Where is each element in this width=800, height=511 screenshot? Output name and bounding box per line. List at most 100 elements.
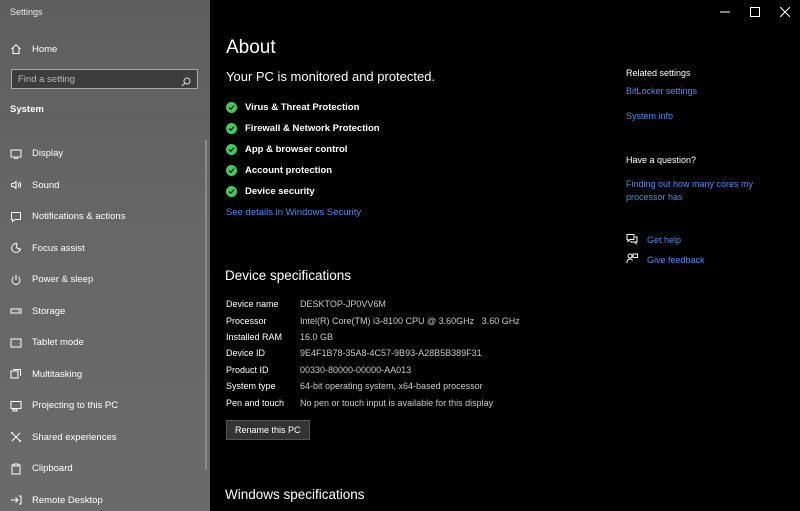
sidebar-scrollbar[interactable] <box>205 140 207 470</box>
protection-list: Virus & Threat Protection Firewall & Net… <box>226 97 380 202</box>
focus-assist-icon <box>10 242 22 254</box>
spec-key: Device ID <box>226 348 266 359</box>
spec-row: Pen and touch No pen or touch input is av… <box>226 394 520 410</box>
sidebar-item-label: Storage <box>32 305 66 317</box>
spec-value: DESKTOP-JP0VV6M <box>300 299 386 310</box>
rename-pc-button[interactable]: Rename this PC <box>226 420 310 440</box>
give-feedback-link[interactable]: Give feedback <box>626 253 705 267</box>
sidebar-item-multitasking[interactable]: Multitasking <box>0 359 210 391</box>
spec-row: System type 64-bit operating system, x64-… <box>226 378 520 394</box>
get-help-label: Get help <box>647 235 682 245</box>
system-info-link[interactable]: System info <box>626 110 766 123</box>
multitasking-icon <box>10 368 22 380</box>
sidebar-item-storage[interactable]: Storage <box>0 296 210 328</box>
sidebar-item-sound[interactable]: Sound <box>0 170 210 202</box>
spec-key: Pen and touch <box>226 397 285 408</box>
sidebar-item-tablet-mode[interactable]: Tablet mode <box>0 327 210 359</box>
feedback-icon <box>626 253 638 267</box>
sidebar-item-label: Tablet mode <box>32 337 84 349</box>
home-label: Home <box>32 43 58 55</box>
protection-status-heading: Your PC is monitored and protected. <box>226 69 436 84</box>
clipboard-icon <box>10 463 22 475</box>
give-feedback-label: Give feedback <box>647 255 705 265</box>
spec-row: Installed RAM 16.0 GB <box>226 329 520 345</box>
sidebar: Settings Home System Display Sound Notif… <box>0 0 210 511</box>
sidebar-item-label: Notifications & actions <box>32 211 126 223</box>
checkmark-icon <box>226 165 237 176</box>
protection-label: Device security <box>245 186 315 197</box>
storage-icon <box>10 305 22 317</box>
spec-value: Intel(R) Core(TM) i3-8100 CPU @ 3.60GHz … <box>300 315 520 326</box>
protection-label: Account protection <box>245 165 333 176</box>
see-details-link[interactable]: See details in Windows Security <box>226 207 361 218</box>
tablet-icon <box>10 337 22 349</box>
bitlocker-settings-link[interactable]: BitLocker settings <box>626 85 766 98</box>
device-specs-heading: Device specifications <box>225 268 352 283</box>
sidebar-nav: Display Sound Notifications & actions Fo… <box>0 138 210 511</box>
spec-key: Device name <box>226 299 279 310</box>
sidebar-item-label: Shared experiences <box>32 431 117 443</box>
spec-key: Installed RAM <box>226 331 283 342</box>
home-icon <box>10 43 22 55</box>
notifications-icon <box>10 211 22 223</box>
power-icon <box>10 274 22 286</box>
sidebar-item-label: Display <box>32 148 64 160</box>
protection-item: Virus & Threat Protection <box>226 97 380 118</box>
question-heading: Have a question? <box>626 155 697 165</box>
protection-item: Device security <box>226 181 380 202</box>
window-title: Settings <box>10 7 43 17</box>
display-icon <box>10 148 22 160</box>
sidebar-item-clipboard[interactable]: Clipboard <box>0 453 210 485</box>
sidebar-item-remote-desktop[interactable]: Remote Desktop <box>0 485 210 511</box>
projecting-icon <box>10 400 22 412</box>
spec-row: Processor Intel(R) Core(TM) i3-8100 CPU @… <box>226 312 520 328</box>
device-specs-table: Device name DESKTOP-JP0VV6M Processor Inte… <box>226 296 520 411</box>
sidebar-item-notifications[interactable]: Notifications & actions <box>0 201 210 233</box>
section-label-system: System <box>10 104 44 115</box>
sidebar-item-power-sleep[interactable]: Power & sleep <box>0 264 210 296</box>
protection-item: Account protection <box>226 160 380 181</box>
main-content: About Your PC is monitored and protected… <box>210 0 800 511</box>
checkmark-icon <box>226 186 237 197</box>
sidebar-item-display[interactable]: Display <box>0 138 210 170</box>
protection-label: Virus & Threat Protection <box>245 102 360 113</box>
get-help-icon <box>626 233 638 247</box>
checkmark-icon <box>226 144 237 155</box>
spec-key: System type <box>226 381 276 392</box>
sidebar-item-projecting[interactable]: Projecting to this PC <box>0 390 210 422</box>
home-nav-item[interactable]: Home <box>10 41 57 57</box>
sidebar-item-label: Multitasking <box>32 368 83 380</box>
sidebar-item-focus-assist[interactable]: Focus assist <box>0 233 210 265</box>
checkmark-icon <box>226 123 237 134</box>
checkmark-icon <box>226 102 237 113</box>
remote-desktop-icon <box>10 494 22 506</box>
search-icon[interactable] <box>181 74 191 87</box>
spec-key: Processor <box>226 315 267 326</box>
cores-help-link[interactable]: Finding out how many cores my processor … <box>626 178 766 203</box>
shared-experiences-icon <box>10 431 22 443</box>
spec-row: Device name DESKTOP-JP0VV6M <box>226 296 520 312</box>
sidebar-item-label: Sound <box>32 179 60 191</box>
protection-label: App & browser control <box>245 144 348 155</box>
spec-value: 9E4F1B78-35A8-4C57-9B93-A28B5B389F31 <box>300 348 482 359</box>
spec-row: Device ID 9E4F1B78-35A8-4C57-9B93-A28B5B3… <box>226 345 520 361</box>
related-settings-heading: Related settings <box>626 68 691 78</box>
sidebar-item-label: Focus assist <box>32 242 85 254</box>
windows-specs-heading: Windows specifications <box>225 487 365 502</box>
spec-value: 16.0 GB <box>300 331 334 342</box>
sidebar-item-shared-experiences[interactable]: Shared experiences <box>0 422 210 454</box>
spec-value: No pen or touch input is available for t… <box>300 397 494 408</box>
sidebar-item-label: Power & sleep <box>32 274 94 286</box>
protection-label: Firewall & Network Protection <box>245 123 380 134</box>
protection-item: App & browser control <box>226 139 380 160</box>
sound-icon <box>10 179 22 191</box>
search-input[interactable] <box>18 73 181 85</box>
get-help-link[interactable]: Get help <box>626 233 681 247</box>
sidebar-item-label: Projecting to this PC <box>32 400 119 412</box>
search-box[interactable] <box>11 69 198 89</box>
spec-key: Product ID <box>226 364 269 375</box>
spec-value: 00330-80000-00000-AA013 <box>300 364 412 375</box>
protection-item: Firewall & Network Protection <box>226 118 380 139</box>
spec-value: 64-bit operating system, x64-based proce… <box>300 381 483 392</box>
sidebar-item-label: Clipboard <box>32 463 73 475</box>
